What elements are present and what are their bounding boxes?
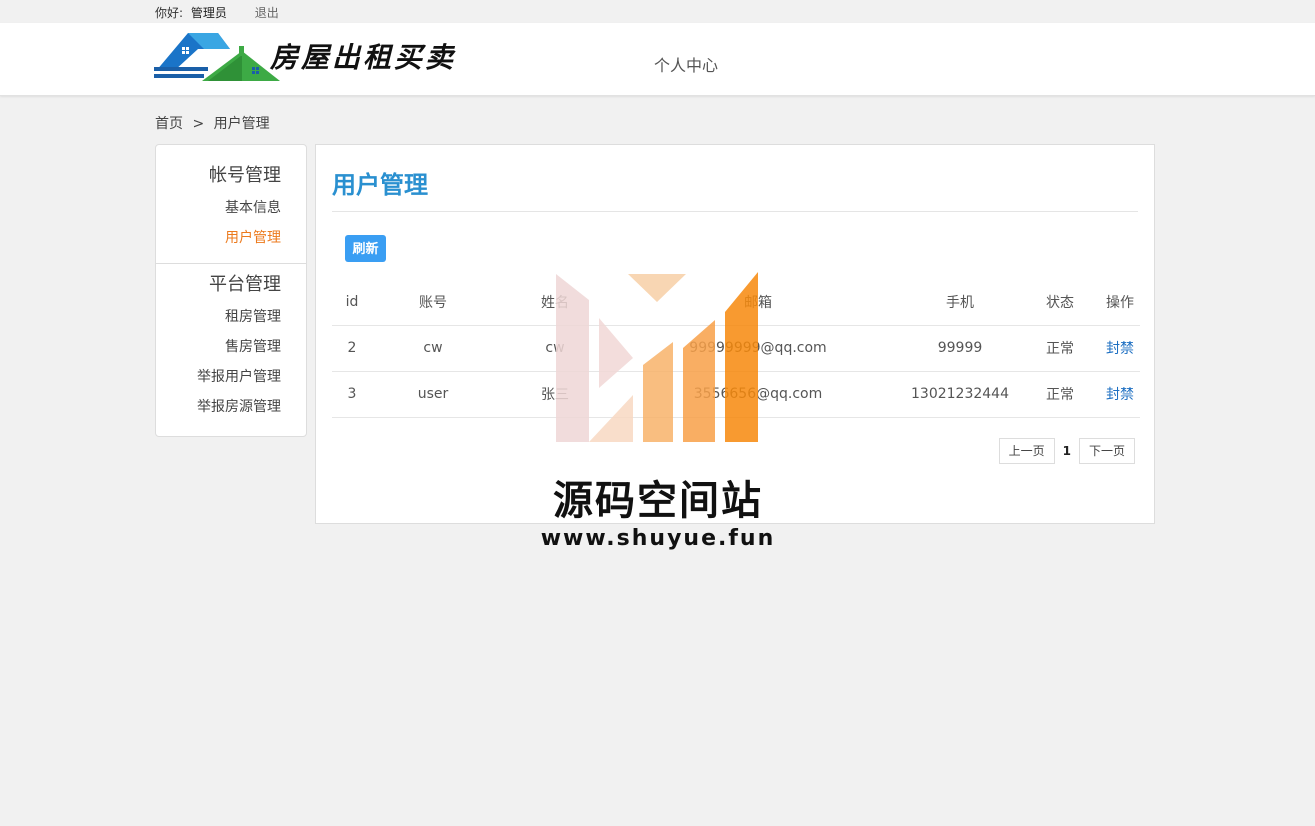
cell-phone: 99999 xyxy=(900,325,1020,372)
breadcrumb-home[interactable]: 首页 xyxy=(155,116,183,132)
sidebar-item-rent-management[interactable]: 租房管理 xyxy=(156,302,281,332)
sidebar-item-report-user[interactable]: 举报用户管理 xyxy=(156,362,281,392)
page-title: 用户管理 xyxy=(332,171,428,199)
column-header: 姓名 xyxy=(494,279,616,326)
refresh-button[interactable]: 刷新 xyxy=(345,235,386,262)
next-page-button[interactable]: 下一页 xyxy=(1078,438,1135,464)
cell-action: 封禁 xyxy=(1100,325,1140,372)
column-header: 邮箱 xyxy=(616,279,900,326)
users-table: id 账号 姓名 邮箱 手机 状态 操作 2 cw cw 99999999@qq… xyxy=(332,279,1140,418)
site-title: 房屋出租买卖 xyxy=(270,41,457,74)
pagination: 上一页 1 下一页 xyxy=(998,438,1135,464)
table-row: 3 user 张三 3556656@qq.com 13021232444 正常 … xyxy=(332,371,1140,418)
main-panel: 用户管理 刷新 id 账号 姓名 邮箱 手机 状态 操作 2 cw cw 999… xyxy=(315,144,1155,524)
table-row: 2 cw cw 99999999@qq.com 99999 正常 封禁 xyxy=(332,325,1140,372)
sidebar-item-sale-management[interactable]: 售房管理 xyxy=(156,332,281,362)
ban-link[interactable]: 封禁 xyxy=(1106,387,1134,403)
breadcrumb-current: 用户管理 xyxy=(213,116,270,132)
column-header: 手机 xyxy=(900,279,1020,326)
cell-phone: 13021232444 xyxy=(900,371,1020,418)
prev-page-button[interactable]: 上一页 xyxy=(998,438,1055,464)
house-logo-icon[interactable] xyxy=(154,31,280,83)
username-label: 管理员 xyxy=(190,6,227,20)
site-header: 房屋出租买卖 个人中心 xyxy=(0,23,1315,96)
cell-email: 99999999@qq.com xyxy=(616,325,900,372)
cell-id: 3 xyxy=(332,371,372,418)
sidebar-item-report-listing[interactable]: 举报房源管理 xyxy=(156,392,281,422)
nav-personal-center[interactable]: 个人中心 xyxy=(654,52,718,76)
current-page-number: 1 xyxy=(1062,444,1071,458)
ban-link[interactable]: 封禁 xyxy=(1106,341,1134,357)
cell-account: user xyxy=(372,371,494,418)
breadcrumb: 首页 > 用户管理 xyxy=(155,113,270,133)
cell-id: 2 xyxy=(332,325,372,372)
cell-account: cw xyxy=(372,325,494,372)
cell-name: cw xyxy=(494,325,616,372)
sidebar-group-account: 帐号管理 基本信息 用户管理 xyxy=(156,145,306,264)
column-header: 操作 xyxy=(1100,279,1140,326)
cell-status: 正常 xyxy=(1020,325,1100,372)
breadcrumb-separator: > xyxy=(192,116,205,132)
sidebar: 帐号管理 基本信息 用户管理 平台管理 租房管理 售房管理 举报用户管理 举报房… xyxy=(155,144,307,437)
watermark-url: www.shuyue.fun xyxy=(540,526,776,551)
sidebar-item-basic-info[interactable]: 基本信息 xyxy=(156,193,281,223)
table-header-row: id 账号 姓名 邮箱 手机 状态 操作 xyxy=(332,279,1140,326)
column-header: 状态 xyxy=(1020,279,1100,326)
column-header: 账号 xyxy=(372,279,494,326)
column-header: id xyxy=(332,279,372,326)
sidebar-group-title: 帐号管理 xyxy=(209,165,281,186)
cell-action: 封禁 xyxy=(1100,371,1140,418)
sidebar-group-title: 平台管理 xyxy=(209,274,281,295)
cell-name: 张三 xyxy=(494,371,616,418)
greeting-label: 你好: xyxy=(155,6,184,20)
title-divider xyxy=(332,211,1138,212)
sidebar-item-user-management[interactable]: 用户管理 xyxy=(156,223,281,253)
cell-email: 3556656@qq.com xyxy=(616,371,900,418)
logout-link[interactable]: 退出 xyxy=(255,6,279,20)
sidebar-group-platform: 平台管理 租房管理 售房管理 举报用户管理 举报房源管理 xyxy=(156,264,306,422)
top-bar: 你好: 管理员 退出 xyxy=(0,0,1315,23)
cell-status: 正常 xyxy=(1020,371,1100,418)
